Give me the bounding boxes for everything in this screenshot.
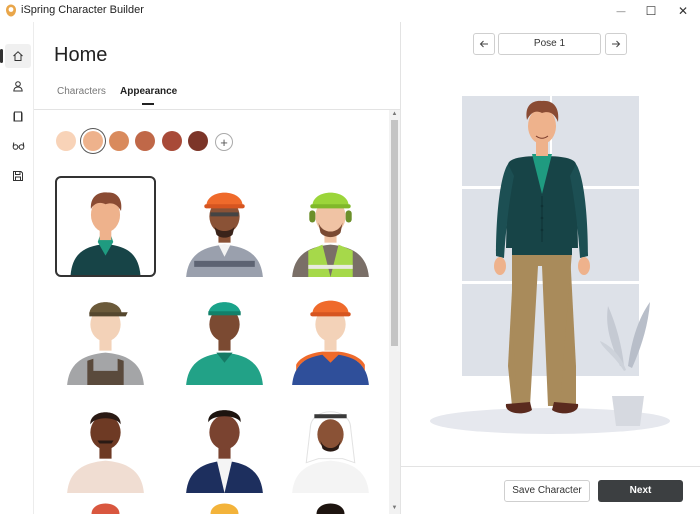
person-icon — [13, 81, 23, 92]
character-card-casual-man[interactable] — [55, 176, 156, 277]
sidebar — [0, 22, 34, 514]
scroll-down-icon[interactable]: ▼ — [389, 504, 400, 513]
sidebar-item-character[interactable] — [5, 74, 31, 98]
character-preview — [400, 66, 700, 466]
character-thumbnail — [67, 412, 144, 493]
skin-tone-swatch-4[interactable] — [135, 131, 155, 151]
sidebar-item-accessories[interactable] — [5, 134, 31, 158]
footer-divider — [401, 466, 700, 467]
character-card-partial-3[interactable] — [280, 496, 381, 514]
character-thumbnail — [186, 302, 263, 385]
tab-appearance[interactable]: Appearance — [120, 86, 177, 97]
character-thumbnail — [186, 410, 263, 493]
save-character-button[interactable]: Save Character — [504, 480, 590, 502]
save-icon — [13, 171, 23, 181]
character-grid — [34, 110, 389, 514]
pose-label: Pose 1 — [498, 33, 601, 55]
character-card-man-white-keffiyeh[interactable] — [280, 392, 381, 493]
active-tab-underline — [142, 103, 154, 105]
minimize-button[interactable]: — — [604, 0, 638, 22]
maximize-icon: ☐ — [645, 4, 657, 18]
character-card-worker-cap-overalls[interactable] — [55, 284, 156, 385]
sidebar-item-home[interactable] — [5, 44, 31, 68]
character-card-worker-yellow-helmet-vest[interactable] — [280, 176, 381, 277]
glasses-icon — [12, 142, 24, 150]
shirt-icon — [13, 111, 23, 122]
ispring-logo-icon — [6, 4, 16, 17]
sidebar-active-indicator — [0, 49, 3, 63]
previous-pose-button[interactable] — [473, 33, 495, 55]
character-grid-scrollbar[interactable]: ▲ ▼ — [389, 110, 400, 514]
close-button[interactable]: ✕ — [666, 0, 700, 22]
character-thumbnail — [91, 503, 120, 514]
sidebar-item-clothes[interactable] — [5, 104, 31, 128]
title-bar: iSpring Character Builder — ☐ ✕ — [0, 0, 700, 22]
tab-characters[interactable]: Characters — [57, 86, 106, 97]
character-card-engineer-orange-helmet[interactable] — [280, 284, 381, 385]
character-card-man-navy-suit[interactable] — [174, 392, 275, 493]
skin-tone-swatch-2[interactable] — [83, 131, 103, 151]
maximize-button[interactable]: ☐ — [634, 0, 668, 22]
character-thumbnail — [210, 503, 239, 514]
character-card-partial-1[interactable] — [55, 496, 156, 514]
character-card-man-beige-shirt[interactable] — [55, 392, 156, 493]
close-icon: ✕ — [677, 4, 689, 18]
character-thumbnail — [292, 300, 369, 385]
add-skin-tone-button[interactable]: + — [215, 133, 233, 151]
page-title: Home — [54, 44, 108, 66]
home-icon — [13, 51, 23, 61]
character-thumbnail — [292, 192, 369, 277]
skin-tone-swatch-1[interactable] — [56, 131, 76, 151]
plus-icon: + — [220, 134, 228, 150]
next-button[interactable]: Next — [598, 480, 683, 502]
character-card-construction-worker-orange-helmet[interactable] — [174, 176, 275, 277]
character-card-partial-2[interactable] — [174, 496, 275, 514]
character-thumbnail — [70, 192, 141, 275]
skin-tone-swatch-6[interactable] — [188, 131, 208, 151]
skin-tone-swatch-3[interactable] — [109, 131, 129, 151]
character-thumbnail — [186, 192, 263, 277]
character-thumbnail — [292, 411, 369, 493]
scrollbar-thumb[interactable] — [391, 120, 398, 346]
scroll-up-icon[interactable]: ▲ — [389, 110, 400, 119]
next-pose-button[interactable] — [605, 33, 627, 55]
sidebar-item-save[interactable] — [5, 164, 31, 188]
character-card-worker-teal-cap[interactable] — [174, 284, 275, 385]
minimize-icon: — — [616, 6, 626, 16]
arrow-left-icon — [479, 40, 488, 48]
character-thumbnail — [67, 302, 144, 385]
skin-tone-swatch-5[interactable] — [162, 131, 182, 151]
arrow-right-icon — [612, 40, 621, 48]
character-thumbnail — [316, 503, 345, 514]
character-full-body-illustration — [430, 96, 670, 434]
app-title: iSpring Character Builder — [21, 4, 144, 16]
